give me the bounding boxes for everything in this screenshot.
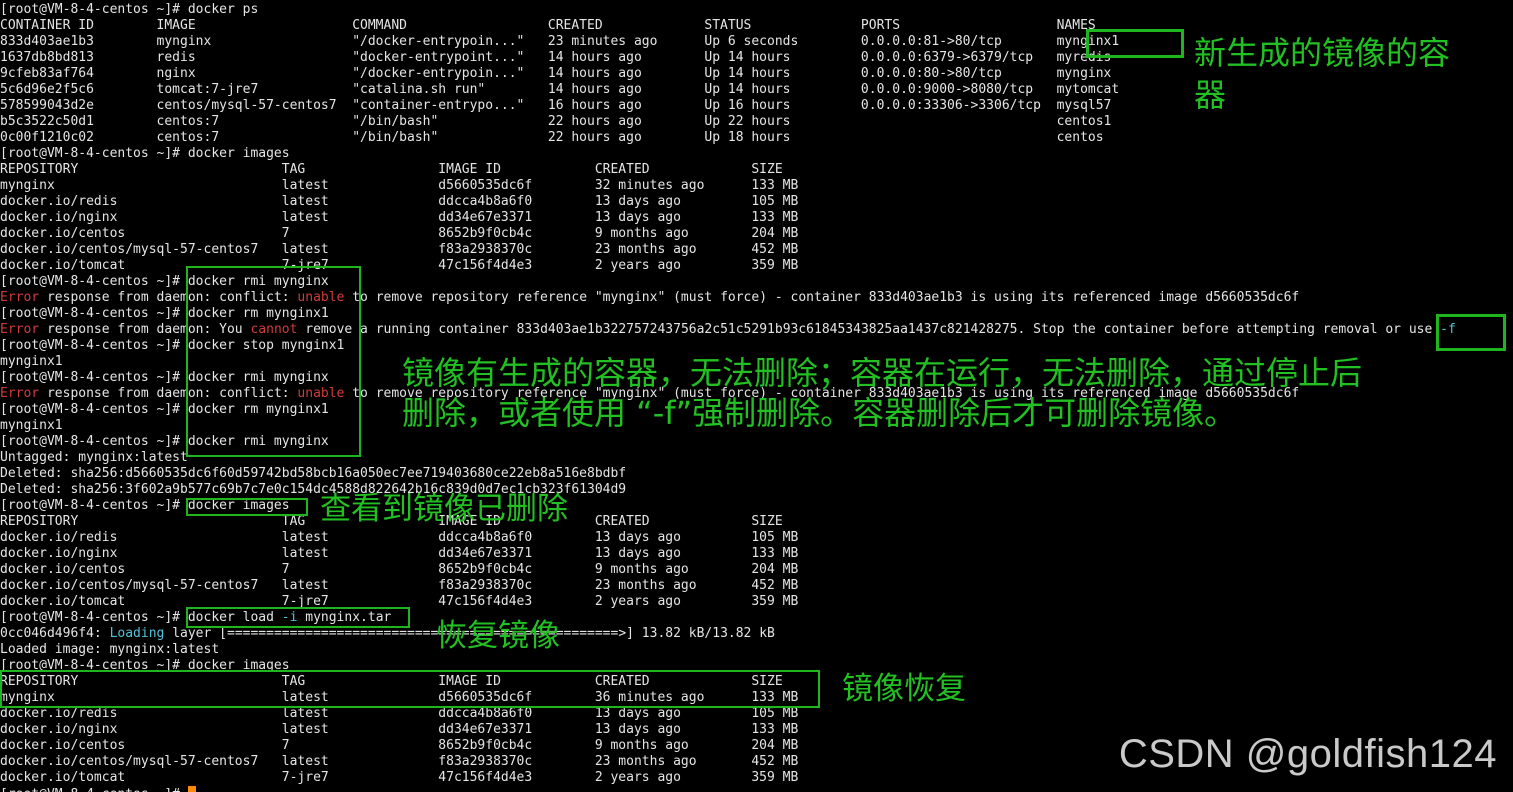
terminal-line: REPOSITORY TAG IMAGE ID CREATED SIZE	[0, 162, 783, 178]
terminal-line: docker.io/redis latest ddcca4b8a6f0 13 d…	[0, 530, 798, 546]
terminal-line: docker.io/redis latest ddcca4b8a6f0 13 d…	[0, 706, 798, 722]
terminal-text: docker.io/nginx latest dd34e67e3371 13 d…	[0, 546, 799, 561]
terminal-line: CONTAINER ID IMAGE COMMAND CREATED STATU…	[0, 18, 1096, 34]
terminal-text: [root@VM-8-4-centos ~]# docker images	[0, 146, 290, 161]
terminal-line: mynginx latest d5660535dc6f 32 minutes a…	[0, 178, 798, 194]
restored-image-highlight-box	[0, 670, 820, 708]
terminal-line: mynginx1	[0, 418, 63, 434]
terminal-line: Deleted: sha256:d5660535dc6f60d59742bd58…	[0, 466, 626, 482]
terminal-text: mynginx1	[0, 418, 63, 433]
terminal-text: docker.io/centos/mysql-57-centos7 latest…	[0, 578, 799, 593]
terminal-line: docker.io/nginx latest dd34e67e3371 13 d…	[0, 722, 798, 738]
terminal-text: 0cc046d496f4:	[0, 626, 110, 641]
terminal-text: docker.io/centos/mysql-57-centos7 latest…	[0, 754, 799, 769]
terminal-line: docker.io/centos 7 8652b9f0cb4c 9 months…	[0, 226, 798, 242]
force-flag-highlight-box	[1436, 314, 1506, 351]
delete-explanation-note: 镜像有生成的容器，无法删除；容器在运行，无法删除，通过停止后 删除，或者使用 “…	[402, 354, 1363, 432]
terminal-line: 578599043d2e centos/mysql-57-centos7 "co…	[0, 98, 1111, 114]
terminal-text: docker.io/centos/mysql-57-centos7 latest…	[0, 242, 799, 257]
terminal-line: docker.io/redis latest ddcca4b8a6f0 13 d…	[0, 194, 798, 210]
error-text: Error	[0, 386, 40, 401]
image-deleted-note: 查看到镜像已删除	[320, 491, 568, 527]
terminal-line: docker.io/tomcat 7-jre7 47c156f4d4e3 2 y…	[0, 770, 798, 786]
terminal-line: docker.io/centos 7 8652b9f0cb4c 9 months…	[0, 738, 798, 754]
terminal-line: [root@VM-8-4-centos ~]# docker images	[0, 146, 290, 162]
terminal-text: docker.io/redis latest ddcca4b8a6f0 13 d…	[0, 706, 799, 721]
terminal-line: b5c3522c50d1 centos:7 "/bin/bash" 22 hou…	[0, 114, 1111, 130]
terminal-line: 0cc046d496f4: Loading layer [===========…	[0, 626, 775, 642]
error-text: Error	[0, 322, 40, 337]
restore-image-note: 恢复镜像	[436, 618, 560, 654]
terminal-cursor	[187, 786, 196, 792]
terminal-text: docker.io/nginx latest dd34e67e3371 13 d…	[0, 210, 799, 225]
terminal-text: Loaded image: mynginx:latest	[0, 642, 220, 657]
terminal-line: mynginx1	[0, 354, 63, 370]
terminal-text: docker.io/centos 7 8652b9f0cb4c 9 months…	[0, 226, 799, 241]
terminal-text: mynginx1	[0, 354, 63, 369]
terminal-line: 0c00f1210c02 centos:7 "/bin/bash" 22 hou…	[0, 130, 1104, 146]
highlight-text: Loading	[109, 626, 165, 641]
terminal-text: REPOSITORY TAG IMAGE ID CREATED SIZE	[0, 162, 783, 177]
terminal-line: 5c6d96e2f5c6 tomcat:7-jre7 "catalina.sh …	[0, 82, 1119, 98]
terminal-text: [root@VM-8-4-centos ~]# docker ps	[0, 2, 259, 17]
terminal-text: docker.io/centos 7 8652b9f0cb4c 9 months…	[0, 738, 799, 753]
terminal-line: 833d403ae1b3 mynginx "/docker-entrypoin.…	[0, 34, 1119, 50]
terminal-text: mynginx latest d5660535dc6f 32 minutes a…	[0, 178, 799, 193]
terminal-text: docker.io/nginx latest dd34e67e3371 13 d…	[0, 722, 799, 737]
terminal-text: docker.io/centos 7 8652b9f0cb4c 9 months…	[0, 562, 799, 577]
terminal-line: docker.io/nginx latest dd34e67e3371 13 d…	[0, 546, 798, 562]
docker-load-highlight-box	[186, 607, 410, 628]
terminal-text: CONTAINER ID IMAGE COMMAND CREATED STATU…	[0, 18, 1096, 33]
terminal-line: docker.io/centos 7 8652b9f0cb4c 9 months…	[0, 562, 798, 578]
terminal-text: to remove repository reference "mynginx"…	[344, 290, 1300, 305]
new-container-note: 新生成的镜像的容 器	[1194, 34, 1451, 114]
terminal-text: Untagged: mynginx:latest	[0, 450, 188, 465]
terminal-text: docker.io/redis latest ddcca4b8a6f0 13 d…	[0, 194, 799, 209]
terminal-text: docker.io/redis latest ddcca4b8a6f0 13 d…	[0, 530, 799, 545]
terminal-line: Loaded image: mynginx:latest	[0, 642, 219, 658]
error-text: Error	[0, 290, 40, 305]
terminal-text: 9cfeb83af764 nginx "/docker-entrypoin...…	[0, 66, 1112, 81]
docker-images-highlight-box	[186, 498, 308, 516]
terminal-line: Untagged: mynginx:latest	[0, 450, 188, 466]
terminal-text: Deleted: sha256:d5660535dc6f60d59742bd58…	[0, 466, 627, 481]
terminal-text: 1637db8bd813 redis "docker-entrypoint...…	[0, 50, 1112, 65]
terminal-text: docker.io/tomcat 7-jre7 47c156f4d4e3 2 y…	[0, 258, 799, 273]
terminal-line: docker.io/tomcat 7-jre7 47c156f4d4e3 2 y…	[0, 258, 798, 274]
terminal-line: 1637db8bd813 redis "docker-entrypoint...…	[0, 50, 1111, 66]
terminal-line: docker.io/centos/mysql-57-centos7 latest…	[0, 578, 798, 594]
terminal-text: 0c00f1210c02 centos:7 "/bin/bash" 22 hou…	[0, 130, 1104, 145]
image-restored-note: 镜像恢复	[842, 671, 966, 707]
commands-highlight-box	[186, 266, 361, 457]
terminal-line: [root@VM-8-4-centos ~]# docker ps	[0, 2, 258, 18]
terminal-text: 833d403ae1b3 mynginx "/docker-entrypoin.…	[0, 34, 1120, 49]
terminal-text: docker.io/tomcat 7-jre7 47c156f4d4e3 2 y…	[0, 770, 799, 785]
terminal-text: 5c6d96e2f5c6 tomcat:7-jre7 "catalina.sh …	[0, 82, 1120, 97]
terminal-text: remove a running container 833d403ae1b32…	[297, 322, 1441, 337]
terminal-line: docker.io/centos/mysql-57-centos7 latest…	[0, 242, 798, 258]
csdn-watermark: CSDN @goldfish124	[1118, 732, 1497, 776]
terminal-text: [root@VM-8-4-centos ~]#	[0, 787, 188, 792]
terminal-line: 9cfeb83af764 nginx "/docker-entrypoin...…	[0, 66, 1111, 82]
terminal-line: docker.io/centos/mysql-57-centos7 latest…	[0, 754, 798, 770]
terminal-line: [root@VM-8-4-centos ~]#	[0, 786, 196, 792]
names-highlight-box	[1086, 29, 1184, 58]
terminal-text: 578599043d2e centos/mysql-57-centos7 "co…	[0, 98, 1112, 113]
terminal-text: b5c3522c50d1 centos:7 "/bin/bash" 22 hou…	[0, 114, 1112, 129]
terminal-line: docker.io/nginx latest dd34e67e3371 13 d…	[0, 210, 798, 226]
